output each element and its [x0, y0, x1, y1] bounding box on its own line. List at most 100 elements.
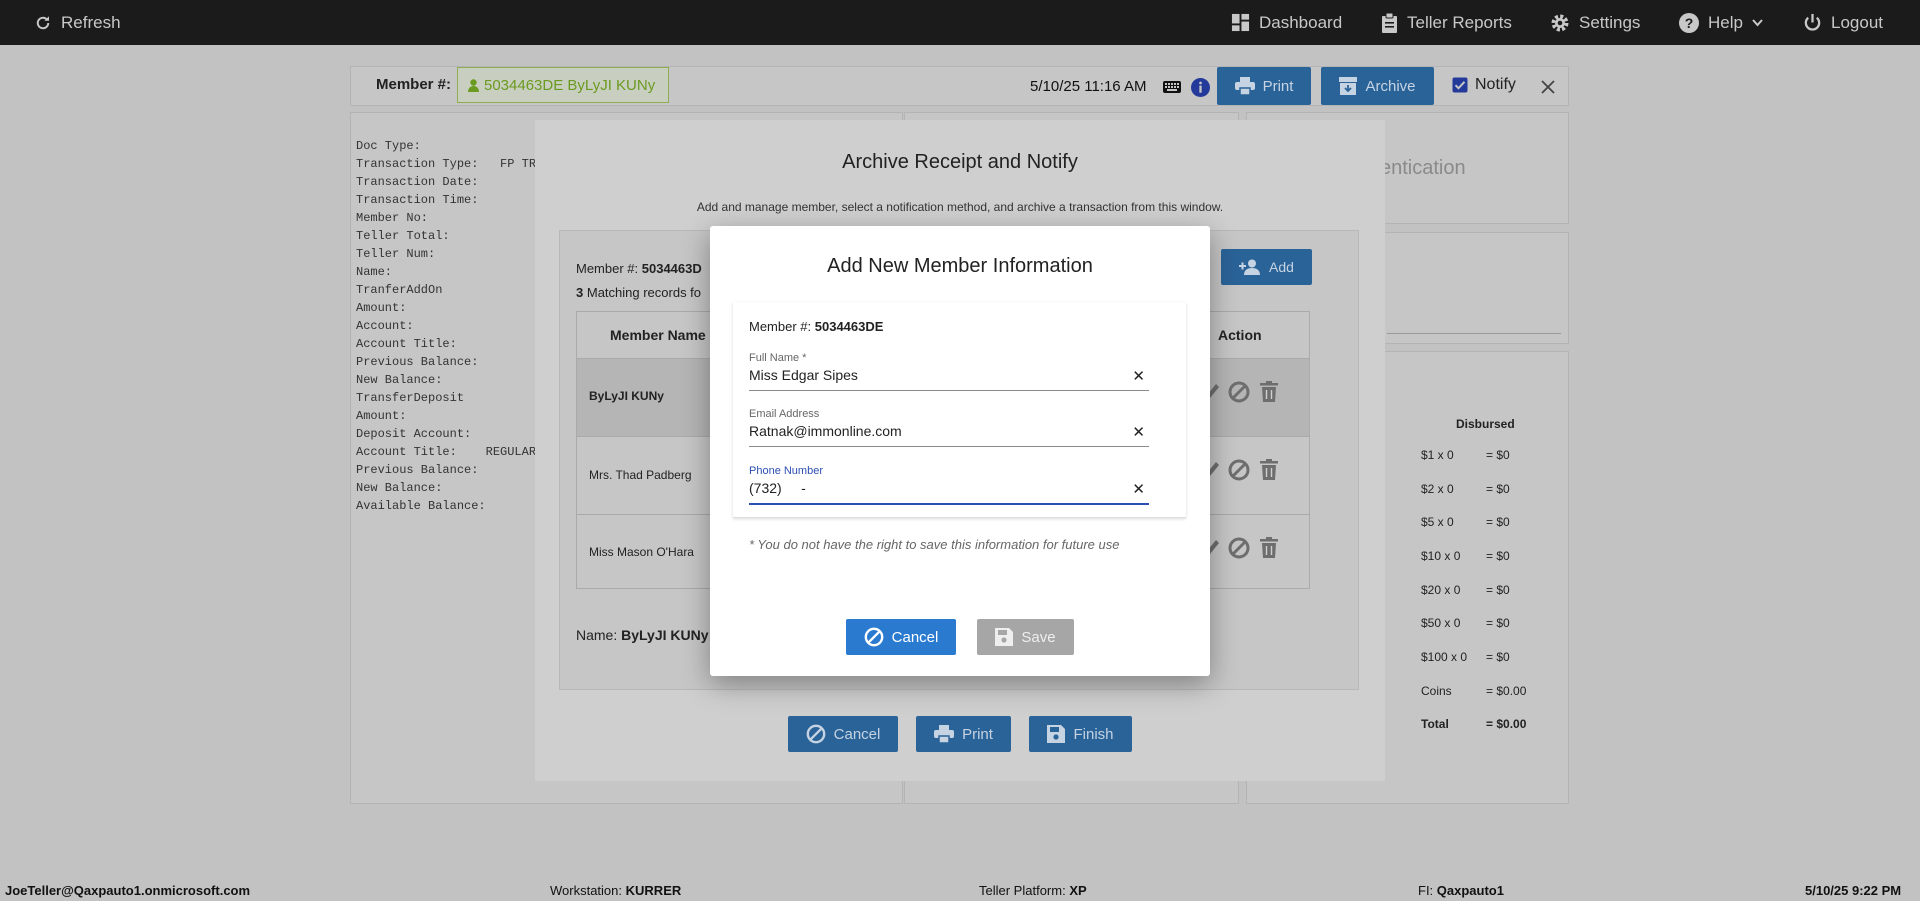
archive-icon	[1339, 77, 1358, 95]
col-action: Action	[1218, 327, 1262, 343]
fi-value: Qaxpauto1	[1436, 883, 1504, 898]
user-icon	[468, 78, 479, 92]
disbursed-row: Coins = $0.00	[1421, 684, 1526, 698]
help-menu[interactable]: ? Help	[1679, 0, 1763, 45]
total-value: = $0.00	[1486, 717, 1527, 731]
add-user-icon	[1239, 259, 1261, 275]
archive-cancel-button[interactable]: Cancel	[788, 716, 898, 752]
clear-icon[interactable]: ✕	[1132, 367, 1149, 385]
modal-save-label: Save	[1021, 628, 1056, 646]
print-label: Print	[1262, 77, 1294, 95]
trash-icon[interactable]	[1260, 459, 1278, 480]
notify-label: Notify	[1475, 76, 1516, 93]
add-label: Add	[1269, 259, 1294, 275]
modal-save-button[interactable]: Save	[977, 619, 1074, 655]
transaction-datetime: 5/10/25 11:16 AM	[1030, 78, 1147, 95]
archive-button[interactable]: Archive	[1321, 67, 1434, 105]
member-number-value: 5034463D	[641, 261, 702, 276]
dashboard-icon	[1231, 13, 1250, 32]
cancel-icon[interactable]	[1228, 537, 1250, 559]
full-name-input[interactable]: Miss Edgar Sipes ✕	[749, 367, 1149, 391]
divider	[1387, 333, 1561, 334]
disbursed-row: $5 x 0 = $0	[1421, 515, 1510, 529]
teller-reports-label: Teller Reports	[1407, 12, 1512, 32]
settings-label: Settings	[1579, 12, 1641, 32]
phone-field: Phone Number (732) - ✕	[749, 465, 1149, 505]
settings-link[interactable]: Settings	[1550, 0, 1640, 45]
disbursed-row: $20 x 0 = $0	[1421, 583, 1510, 597]
platform-label: Teller Platform:	[979, 883, 1066, 898]
denomination-label: $20 x 0	[1421, 583, 1461, 597]
finish-button[interactable]: Finish	[1029, 716, 1132, 752]
cancel-icon[interactable]	[1228, 459, 1250, 481]
full-name-field: Full Name * Miss Edgar Sipes ✕	[749, 352, 1149, 391]
archive-dialog-subtitle: Add and manage member, select a notifica…	[696, 200, 1224, 214]
phone-value: (732) -	[749, 480, 806, 496]
trash-icon[interactable]	[1260, 537, 1278, 558]
modal-member-label: Member #:	[749, 319, 812, 334]
notify-checkbox[interactable]: Notify	[1452, 76, 1516, 94]
add-member-modal: Add New Member Information Member #: 503…	[710, 226, 1210, 676]
clear-icon[interactable]: ✕	[1132, 423, 1149, 441]
disbursed-row: $10 x 0 = $0	[1421, 549, 1510, 563]
logout-link[interactable]: Logout	[1803, 0, 1883, 45]
gear-icon	[1551, 14, 1569, 31]
modal-cancel-label: Cancel	[891, 628, 939, 646]
save-icon	[1047, 725, 1066, 743]
refresh-label: Refresh	[61, 12, 121, 32]
phone-input[interactable]: (732) - ✕	[749, 480, 1149, 505]
member-value: 5034463DE ByLyJI KUNy	[484, 76, 656, 94]
trash-icon[interactable]	[1260, 381, 1278, 402]
cancel-icon	[806, 724, 826, 744]
denomination-value: = $0	[1486, 448, 1510, 462]
denomination-label: $2 x 0	[1421, 482, 1454, 496]
save-notice: * You do not have the right to save this…	[749, 537, 1120, 552]
help-icon: ?	[1679, 12, 1699, 33]
coins-label: Coins	[1421, 684, 1452, 698]
denomination-value: = $0	[1486, 549, 1510, 563]
teller-reports-link[interactable]: Teller Reports	[1381, 0, 1512, 45]
logout-label: Logout	[1831, 12, 1883, 32]
member-label: Member #:	[376, 76, 452, 93]
denomination-label: $100 x 0	[1421, 650, 1468, 664]
status-bar: JoeTeller@Qaxpauto1.onmicrosoft.com Work…	[0, 879, 1920, 901]
matching-text: Matching records fo	[586, 285, 702, 300]
clipboard-icon	[1382, 12, 1397, 33]
workstation-label: Workstation:	[550, 883, 623, 898]
modal-member-value: 5034463DE	[814, 319, 884, 334]
denomination-label: $10 x 0	[1421, 549, 1461, 563]
disbursed-row: $2 x 0 = $0	[1421, 482, 1510, 496]
svg-text:?: ?	[1685, 15, 1694, 31]
workstation-value: KURRER	[625, 883, 682, 898]
print-button[interactable]: Print	[1217, 67, 1311, 105]
full-name-value: Miss Edgar Sipes	[749, 367, 858, 383]
modal-cancel-button[interactable]: Cancel	[846, 619, 956, 655]
email-value: Ratnak@immonline.com	[749, 423, 902, 439]
chevron-down-icon	[1752, 18, 1763, 26]
disbursed-total-row: Total = $0.00	[1421, 717, 1526, 731]
cancel-icon[interactable]	[1228, 381, 1250, 403]
denomination-value: = $0	[1486, 482, 1510, 496]
denomination-value: = $0	[1486, 616, 1510, 630]
matching-count: 3	[576, 285, 584, 300]
row-member-name: Miss Mason O'Hara	[589, 545, 694, 559]
top-navigation-bar: Refresh Dashboard Teller Reports Setting…	[0, 0, 1920, 45]
keyboard-icon[interactable]	[1163, 81, 1181, 93]
clear-icon[interactable]: ✕	[1132, 480, 1149, 498]
col-member-name: Member Name	[610, 327, 706, 343]
member-bar: Member #: 5034463DE ByLyJI KUNy 5/10/25 …	[350, 66, 1569, 106]
member-select[interactable]: 5034463DE ByLyJI KUNy	[457, 67, 669, 103]
archive-print-button[interactable]: Print	[916, 716, 1011, 752]
footer-platform: Teller Platform: XP	[979, 883, 1087, 898]
disbursed-row: $1 x 0 = $0	[1421, 448, 1510, 462]
help-label: Help	[1708, 12, 1743, 32]
close-icon[interactable]	[1541, 80, 1555, 94]
disbursed-header: Disbursed	[1456, 417, 1515, 431]
add-member-button[interactable]: Add	[1221, 249, 1312, 285]
email-input[interactable]: Ratnak@immonline.com ✕	[749, 423, 1149, 447]
dashboard-link[interactable]: Dashboard	[1231, 0, 1342, 45]
footer-workstation: Workstation: KURRER	[550, 883, 681, 898]
info-icon[interactable]	[1191, 78, 1210, 97]
refresh-button[interactable]: Refresh	[34, 0, 121, 45]
selected-name-row: Name: ByLyJI KUNy	[576, 627, 709, 643]
